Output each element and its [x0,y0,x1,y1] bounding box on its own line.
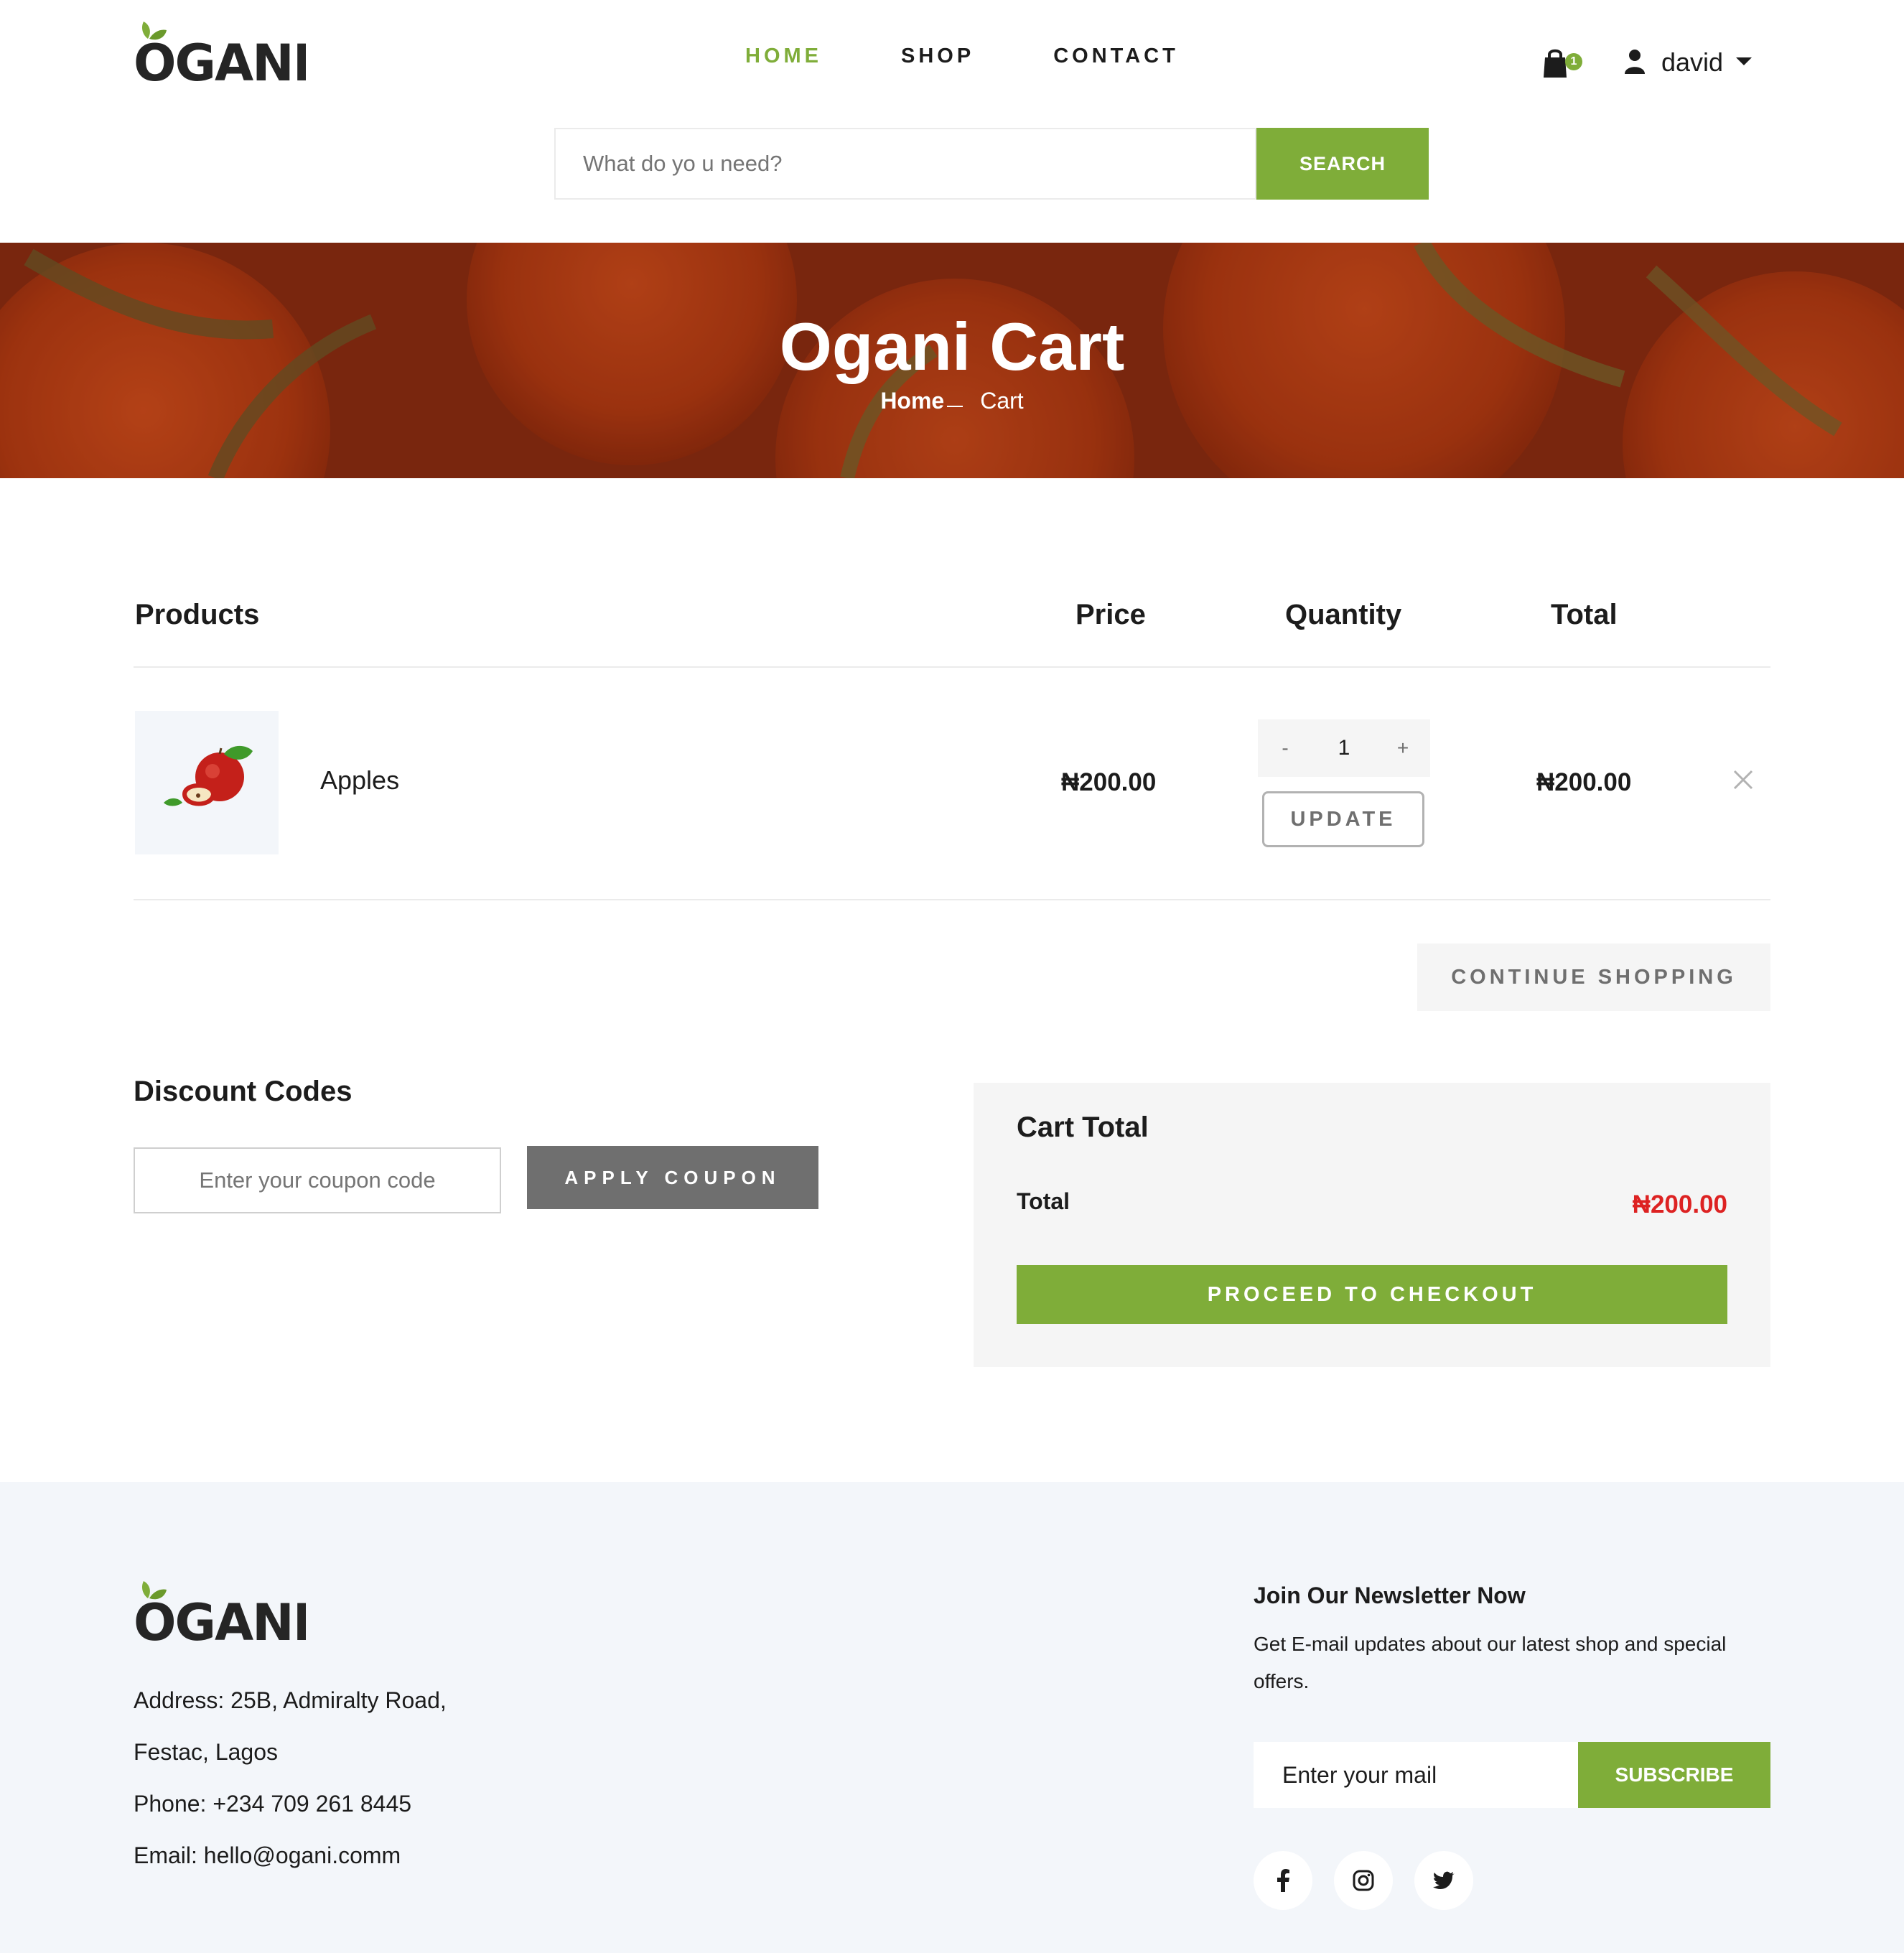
product-price: ₦200.00 [1061,768,1157,796]
coupon-code-input[interactable] [134,1147,501,1213]
facebook-icon[interactable] [1254,1851,1312,1910]
cart-total-title: Cart Total [1017,1111,1149,1143]
search-button[interactable]: SEARCH [1256,128,1429,200]
caret-down-icon[interactable] [1736,57,1752,65]
quantity-stepper: - 1 + [1258,719,1430,777]
breadcrumb: Home Cart [0,386,1904,415]
header-quantity: Quantity [1285,599,1402,630]
product-image [135,711,279,854]
cart-total-panel: Cart Total Total ₦200.00 PROCEED TO CHEC… [974,1083,1770,1367]
quantity-decrease-button[interactable]: - [1258,737,1312,760]
footer-address-line-2: Festac, Lagos [134,1739,278,1765]
newsletter-email-input[interactable] [1254,1742,1578,1808]
total-value: ₦200.00 [1632,1190,1727,1218]
quantity-value[interactable]: 1 [1312,736,1376,760]
table-divider [134,666,1770,668]
logo-text: OGANI [134,1593,306,1644]
footer-address-line-1: Address: 25B, Admiralty Road, [134,1687,447,1713]
breadcrumb-home-link[interactable]: Home [880,388,944,414]
discount-title: Discount Codes [134,1076,353,1107]
site-header: OGANI HOME SHOP CONTACT 1 david SEARCH [0,0,1904,243]
proceed-to-checkout-button[interactable]: PROCEED TO CHECKOUT [1017,1265,1727,1324]
continue-shopping-button[interactable]: CONTINUE SHOPPING [1417,943,1770,1011]
header-total: Total [1551,599,1618,630]
footer-logo[interactable]: OGANI [134,1580,306,1644]
main-nav: HOME SHOP CONTACT [745,42,1258,70]
search-input[interactable] [554,128,1256,200]
table-divider [134,899,1770,900]
total-label: Total [1017,1188,1070,1214]
breadcrumb-current: Cart [980,388,1024,414]
page-title: Ogani Cart [779,309,1125,384]
page-banner: Ogani Cart Home Cart [0,243,1904,478]
user-icon[interactable] [1624,49,1646,75]
update-button[interactable]: UPDATE [1262,791,1424,847]
subscribe-button[interactable]: SUBSCRIBE [1578,1742,1770,1808]
footer-phone: Phone: +234 709 261 8445 [134,1791,412,1817]
newsletter-title: Join Our Newsletter Now [1254,1583,1526,1608]
newsletter-text: Get E-mail updates about our latest shop… [1254,1633,1727,1692]
header-products: Products [135,599,260,630]
breadcrumb-separator [947,405,963,407]
footer-email: Email: hello@ogani.comm [134,1842,401,1868]
cart-count-badge: 1 [1565,53,1582,70]
user-name-dropdown[interactable]: david [1661,46,1723,79]
logo-text: OGANI [134,34,306,85]
quantity-increase-button[interactable]: + [1376,737,1430,760]
product-name: Apples [320,765,400,795]
twitter-icon[interactable] [1414,1851,1473,1910]
header-price: Price [1075,599,1146,630]
apples-image [164,745,253,806]
nav-contact[interactable]: CONTACT [1053,42,1179,70]
site-footer: OGANI Address: 25B, Admiralty Road, Fest… [0,1482,1904,1953]
instagram-icon[interactable] [1334,1851,1393,1910]
close-icon[interactable] [1732,768,1755,791]
product-total: ₦200.00 [1536,768,1632,796]
nav-home[interactable]: HOME [745,42,822,70]
nav-shop[interactable]: SHOP [901,42,974,70]
site-logo[interactable]: OGANI [134,20,306,85]
apply-coupon-button[interactable]: APPLY COUPON [527,1146,818,1209]
